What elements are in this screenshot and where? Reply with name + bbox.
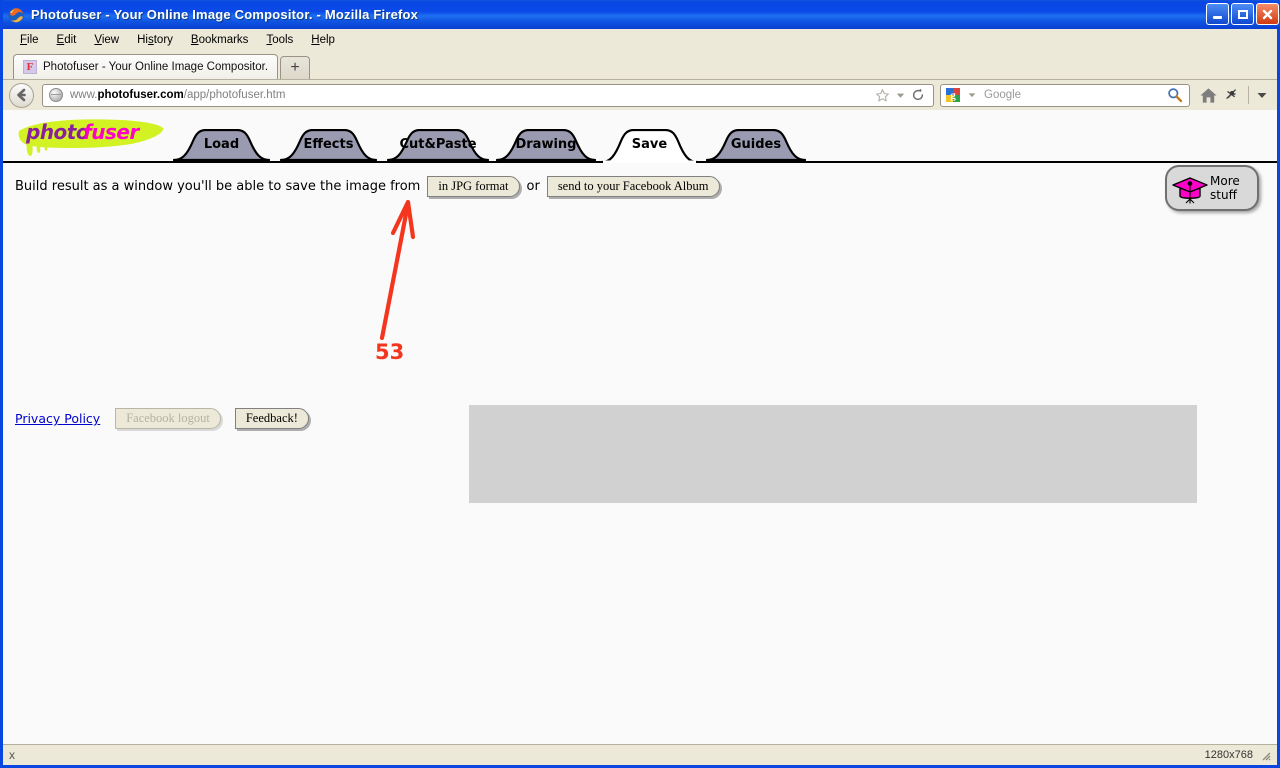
close-button[interactable]: [1256, 3, 1279, 25]
search-icon[interactable]: [1166, 86, 1184, 104]
send-facebook-album-button[interactable]: send to your Facebook Album: [546, 176, 720, 197]
svg-text:fuser: fuser: [83, 120, 140, 144]
page-content: photo fuser Load Effects Cut&Paste Drawi…: [3, 110, 1277, 744]
svg-text:g: g: [950, 90, 956, 102]
status-close-icon[interactable]: x: [9, 748, 15, 762]
build-intro-text: Build result as a window you'll be able …: [15, 179, 421, 194]
browser-tab-active[interactable]: F Photofuser - Your Online Image Composi…: [13, 54, 279, 79]
status-bar: x 1280x768: [3, 744, 1277, 765]
menu-edit[interactable]: Edit: [48, 32, 86, 48]
navigation-toolbar: www.photofuser.com/app/photofuser.htm g …: [3, 79, 1277, 110]
annotation-number: 53: [375, 340, 405, 364]
browser-window: Photofuser - Your Online Image Composito…: [0, 0, 1280, 768]
menu-bookmarks[interactable]: Bookmarks: [182, 32, 258, 48]
search-input[interactable]: Google: [984, 89, 1021, 101]
minimize-button[interactable]: [1206, 3, 1229, 25]
tab-effects[interactable]: Effects: [280, 129, 377, 161]
maximize-button[interactable]: [1231, 3, 1254, 25]
new-tab-button[interactable]: +: [280, 56, 311, 79]
chevron-down-icon[interactable]: [891, 86, 909, 104]
google-icon: g: [946, 88, 960, 102]
tab-label: Load: [203, 136, 240, 152]
browser-tab-strip: F Photofuser - Your Online Image Composi…: [3, 50, 1277, 79]
tab-label: Effects: [303, 136, 354, 152]
close-icon: [1262, 9, 1273, 19]
content-placeholder-box: [469, 405, 1197, 503]
reload-icon[interactable]: [909, 86, 927, 104]
window-controls: [1206, 3, 1279, 25]
graduation-cap-icon: [1170, 171, 1210, 205]
globe-icon: [49, 88, 63, 102]
svg-text:photo: photo: [25, 120, 90, 144]
tab-load[interactable]: Load: [173, 129, 270, 161]
title-bar: Photofuser - Your Online Image Composito…: [3, 0, 1280, 29]
tab-guides[interactable]: Guides: [706, 129, 806, 161]
status-dimensions: 1280x768: [1204, 749, 1253, 761]
search-bar[interactable]: g Google: [940, 83, 1190, 107]
window-title: Photofuser - Your Online Image Composito…: [31, 7, 419, 22]
tab-label: Guides: [730, 136, 782, 152]
app-tab-bar: photo fuser Load Effects Cut&Paste Drawi…: [3, 119, 1277, 163]
footer-links: Privacy Policy Facebook logout Feedback!: [15, 408, 316, 429]
more-stuff-line2: stuff: [1210, 188, 1237, 202]
tab-label: Drawing: [515, 136, 577, 152]
favicon-icon: F: [23, 60, 37, 74]
menu-file[interactable]: File: [11, 32, 48, 48]
more-stuff-line1: More: [1210, 174, 1240, 188]
resize-grip[interactable]: [1259, 749, 1271, 761]
menu-bar: File Edit View History Bookmarks Tools H…: [3, 29, 1277, 50]
feedback-button[interactable]: Feedback!: [234, 408, 309, 429]
star-icon[interactable]: [873, 86, 891, 104]
firefox-logo-icon: [7, 6, 25, 24]
tab-drawing[interactable]: Drawing: [496, 129, 596, 161]
back-button[interactable]: [9, 82, 34, 108]
extras-icon[interactable]: [1220, 83, 1244, 107]
toolbar-divider: [1248, 86, 1249, 104]
photofuser-logo: photo fuser: [13, 115, 173, 159]
menu-tools[interactable]: Tools: [257, 32, 302, 48]
build-result-row: Build result as a window you'll be able …: [15, 176, 1277, 197]
menu-history[interactable]: History: [128, 32, 182, 48]
browser-tab-title: Photofuser - Your Online Image Composito…: [43, 61, 269, 73]
save-jpg-button[interactable]: in JPG format: [427, 176, 520, 197]
status-right: 1280x768: [1205, 749, 1271, 761]
facebook-logout-button[interactable]: Facebook logout: [115, 408, 221, 429]
more-stuff-button[interactable]: More stuff: [1165, 165, 1259, 211]
tab-label: Cut&Paste: [399, 136, 477, 152]
tab-cut-paste[interactable]: Cut&Paste: [387, 129, 489, 161]
menu-view[interactable]: View: [85, 32, 128, 48]
back-arrow-icon: [16, 88, 26, 102]
url-bar[interactable]: www.photofuser.com/app/photofuser.htm: [42, 83, 934, 107]
or-text: or: [526, 179, 540, 194]
search-engine-chevron-icon[interactable]: [963, 86, 981, 104]
tab-label: Save: [631, 136, 668, 152]
home-icon[interactable]: [1196, 83, 1220, 107]
chevron-down-icon[interactable]: [1253, 86, 1271, 104]
more-stuff-label: More stuff: [1210, 174, 1240, 202]
privacy-policy-link[interactable]: Privacy Policy: [15, 411, 100, 426]
menu-help[interactable]: Help: [302, 32, 344, 48]
tab-save[interactable]: Save: [601, 129, 698, 163]
url-text: www.photofuser.com/app/photofuser.htm: [70, 89, 286, 101]
